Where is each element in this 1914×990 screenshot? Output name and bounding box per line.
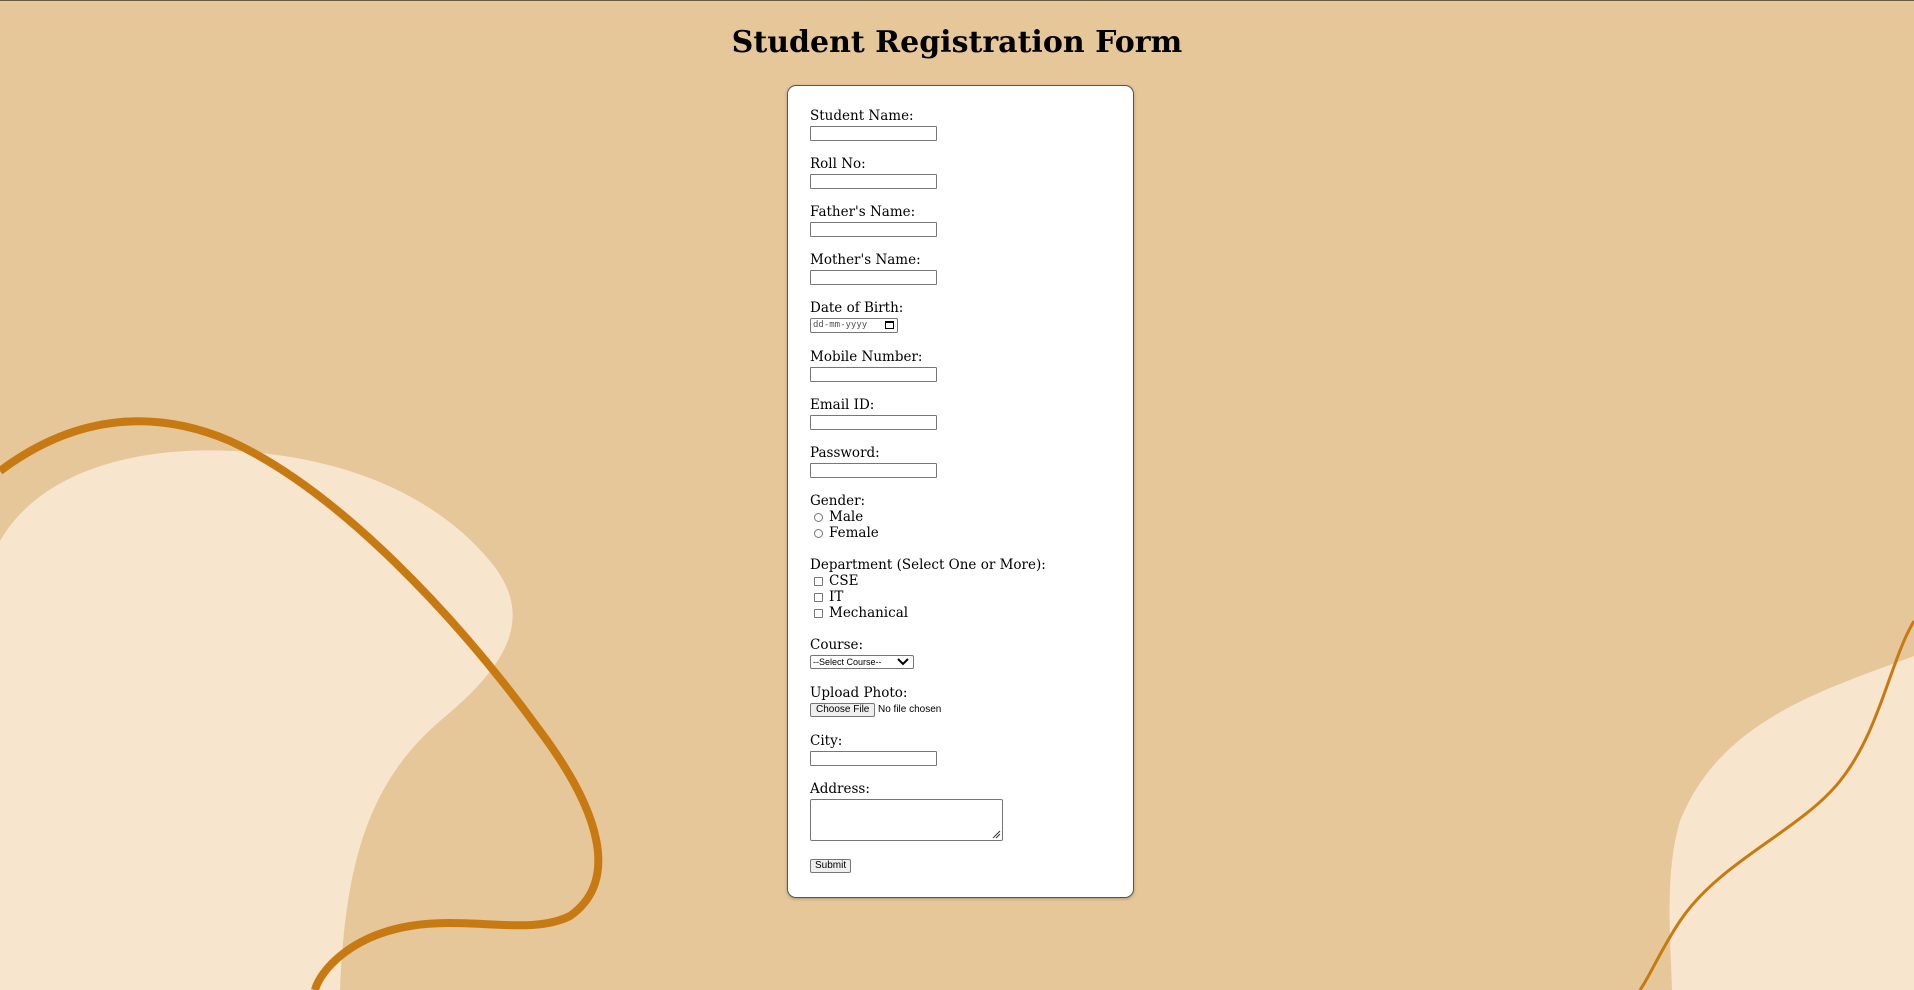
resize-grip-icon[interactable] [992, 830, 1001, 839]
female-radio[interactable] [814, 528, 823, 538]
female-label: Female [829, 525, 879, 541]
mobile-label: Mobile Number: [810, 349, 923, 365]
father-name-input[interactable] [810, 222, 937, 237]
dob-input[interactable]: dd-mm-yyyy [810, 318, 898, 333]
password-input[interactable] [810, 463, 937, 478]
password-label: Password: [810, 445, 880, 461]
department-option-mechanical[interactable]: Mechanical [810, 605, 908, 621]
course-select[interactable]: --Select Course-- [810, 655, 914, 669]
address-label: Address: [810, 781, 870, 797]
father-name-label: Father's Name: [810, 204, 916, 220]
department-label: Department (Select One or More): [810, 557, 1046, 573]
city-label: City: [810, 733, 843, 749]
gender-option-male[interactable]: Male [810, 509, 863, 525]
roll-no-input[interactable] [810, 174, 937, 189]
cse-checkbox[interactable] [814, 576, 823, 586]
mechanical-label: Mechanical [829, 605, 909, 621]
it-checkbox[interactable] [814, 592, 823, 602]
mother-name-label: Mother's Name: [810, 252, 921, 268]
photo-label: Upload Photo: [810, 685, 908, 701]
department-option-it[interactable]: IT [810, 589, 843, 605]
gender-label: Gender: [810, 493, 866, 509]
chevron-down-icon [897, 658, 909, 666]
student-name-label: Student Name: [810, 108, 914, 124]
choose-file-button[interactable]: Choose File [810, 703, 876, 717]
cse-label: CSE [829, 573, 859, 589]
it-label: IT [829, 589, 844, 605]
roll-no-label: Roll No: [810, 156, 866, 172]
calendar-icon[interactable] [885, 321, 894, 329]
dob-label: Date of Birth: [810, 300, 904, 316]
course-selected-value: --Select Course-- [813, 657, 882, 667]
mechanical-checkbox[interactable] [814, 608, 823, 618]
submit-button[interactable]: Submit [810, 859, 852, 873]
male-radio[interactable] [814, 512, 823, 522]
male-label: Male [829, 509, 864, 525]
email-label: Email ID: [810, 397, 875, 413]
file-status-text: No file chosen [878, 704, 942, 715]
student-name-input[interactable] [810, 126, 937, 141]
course-label: Course: [810, 637, 864, 653]
department-option-cse[interactable]: CSE [810, 573, 858, 589]
mother-name-input[interactable] [810, 270, 937, 285]
email-input[interactable] [810, 415, 937, 430]
address-textarea[interactable] [810, 799, 1003, 841]
page-title: Student Registration Form [731, 25, 1183, 60]
gender-option-female[interactable]: Female [810, 525, 879, 541]
city-input[interactable] [810, 751, 937, 766]
registration-form: Student Name: Roll No: Father's Name: Mo… [787, 85, 1134, 898]
left-blob [0, 450, 513, 990]
dob-placeholder: dd-mm-yyyy [813, 320, 868, 330]
mobile-input[interactable] [810, 367, 937, 382]
